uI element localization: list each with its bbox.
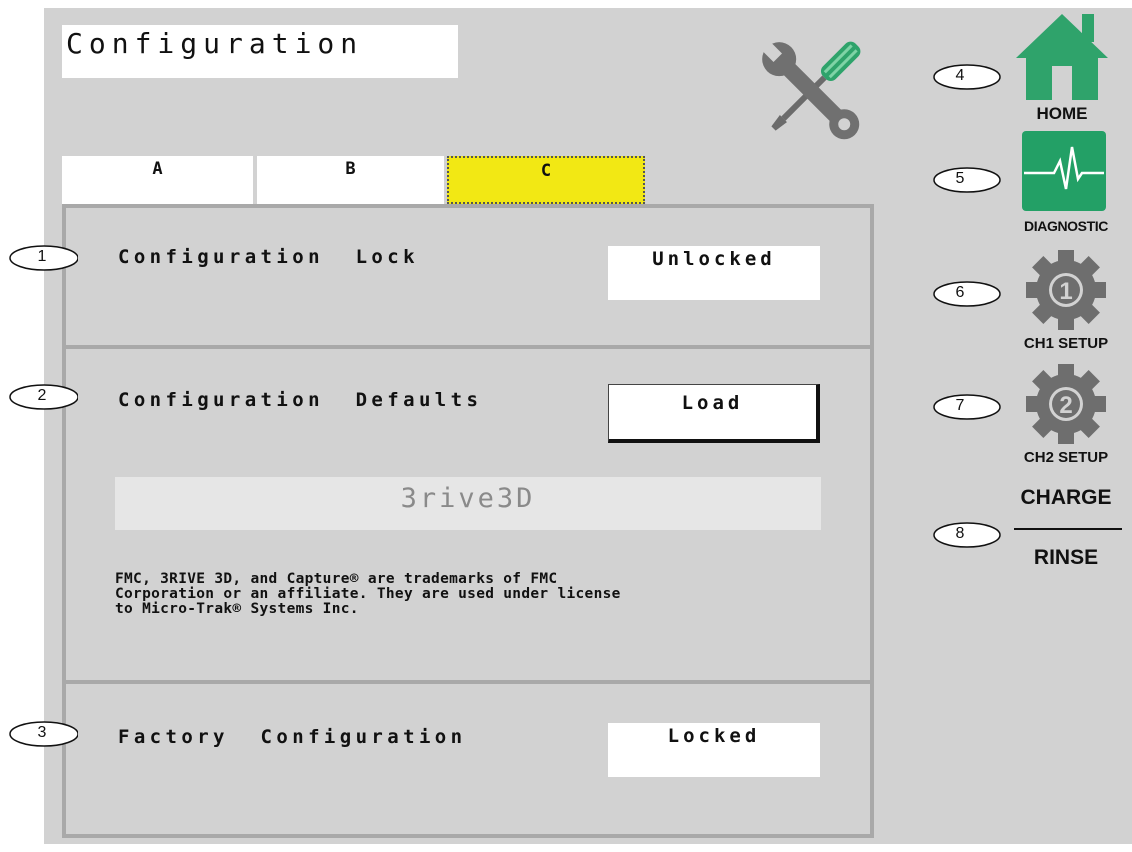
charge-rinse-button[interactable]: CHARGE RINSE [1010,484,1122,580]
callout-4: 4 [932,63,1002,91]
page-title: Configuration [66,27,364,60]
brand-banner: 3rive3D [115,477,821,530]
svg-text:1: 1 [1059,278,1072,305]
configuration-defaults-label: Configuration Defaults [118,389,483,411]
gear-1-icon: 1 [1026,250,1106,330]
row-divider [62,345,874,349]
heartbeat-icon [1022,131,1106,211]
callout-1: 1 [8,244,79,272]
callout-6: 6 [932,280,1002,308]
callout-2: 2 [8,383,79,411]
brand-text: 3rive3D [400,483,536,514]
factory-configuration-label: Factory Configuration [118,726,467,748]
wrench-screwdriver-icon [760,40,861,140]
svg-text:2: 2 [1059,392,1072,419]
load-defaults-button[interactable]: Load [608,384,820,443]
callout-5: 5 [932,166,1002,194]
configuration-lock-label: Configuration Lock [118,246,419,268]
rinse-label: RINSE [1033,546,1099,569]
home-label: HOME [1036,104,1088,123]
callout-3: 3 [8,720,79,748]
ch1-setup-label: CH1 SETUP [1023,335,1109,352]
ch2-setup-button[interactable]: 2 CH2 SETUP [1010,360,1122,472]
charge-rinse-divider [1014,528,1122,530]
callout-8: 8 [932,521,1002,549]
callout-7: 7 [932,393,1002,421]
tab-a[interactable]: A [62,156,253,204]
home-icon [1016,14,1108,100]
gear-2-icon: 2 [1026,364,1106,444]
configuration-lock-value[interactable]: Unlocked [608,246,820,300]
tab-b[interactable]: B [257,156,444,204]
factory-configuration-value[interactable]: Locked [608,723,820,777]
row-divider [62,680,874,684]
diagnostic-button[interactable]: DIAGNOSTIC [1010,131,1122,237]
ch1-setup-button[interactable]: 1 CH1 SETUP [1010,246,1122,358]
page-title-box: Configuration [62,25,458,78]
tab-c[interactable]: C [447,156,645,204]
ch2-setup-label: CH2 SETUP [1023,449,1109,466]
charge-label: CHARGE [1020,486,1112,509]
trademark-notice: FMC, 3RIVE 3D, and Capture® are trademar… [115,571,621,617]
home-button[interactable]: HOME [1012,8,1112,128]
diagnostic-label: DIAGNOSTIC [1024,218,1108,234]
